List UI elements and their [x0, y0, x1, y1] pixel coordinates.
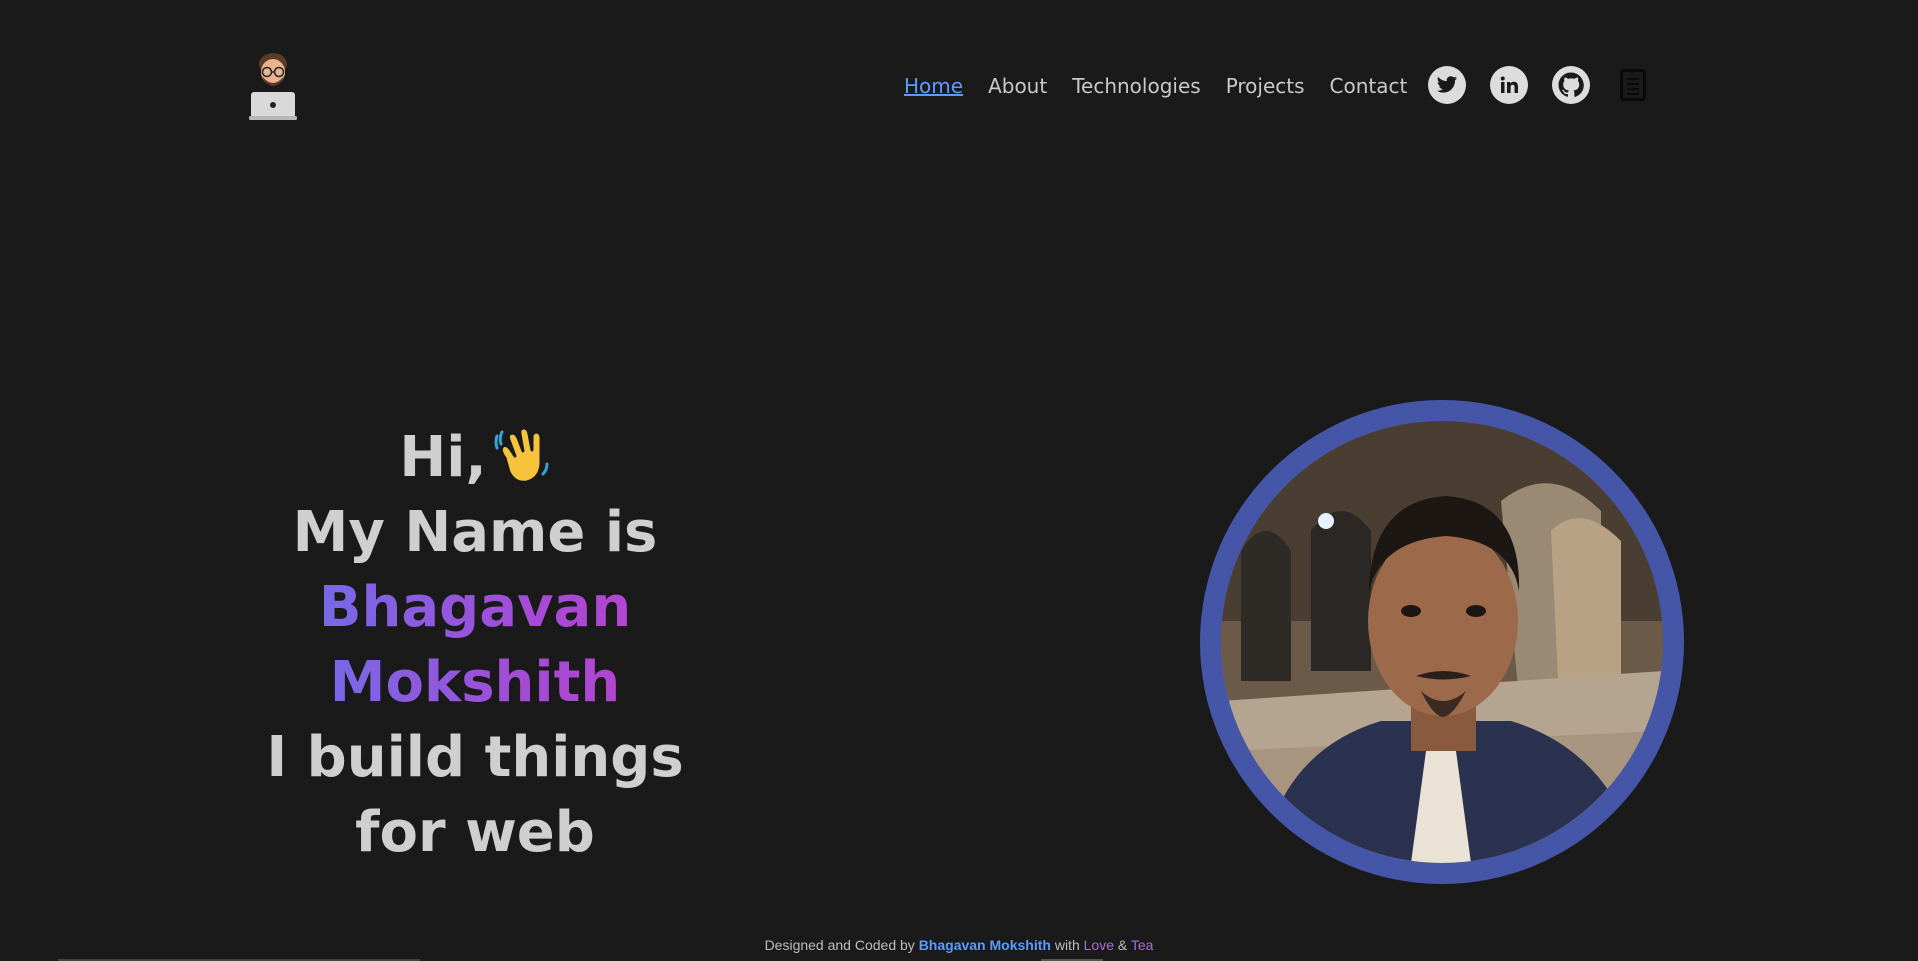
waving-hand-icon [494, 426, 549, 484]
main-nav: Home About Technologies Projects Contact [904, 72, 1407, 100]
hero-first-name: Bhagavan [200, 570, 750, 645]
nav-projects[interactable]: Projects [1226, 72, 1305, 100]
resume-icon[interactable] [1620, 69, 1646, 101]
profile-photo [1221, 421, 1663, 863]
footer-author[interactable]: Bhagavan Mokshith [919, 937, 1051, 953]
memoji-logo[interactable] [245, 50, 301, 122]
hero-last-name: Mokshith [200, 645, 750, 720]
nav-home[interactable]: Home [904, 72, 963, 100]
hero-tagline-2: for web [355, 800, 595, 865]
nav-technologies[interactable]: Technologies [1072, 72, 1200, 100]
twitter-icon[interactable] [1428, 66, 1466, 104]
footer-love: Love [1083, 937, 1114, 953]
hero-greeting-line: Hi, [200, 420, 750, 495]
hero-name-intro: My Name is [292, 500, 658, 565]
hero-tagline-1: I build things [266, 725, 684, 790]
footer-amp: & [1117, 937, 1128, 953]
nav-contact[interactable]: Contact [1330, 72, 1408, 100]
footer-with: with [1054, 937, 1080, 953]
linkedin-icon[interactable] [1490, 66, 1528, 104]
github-icon[interactable] [1552, 66, 1590, 104]
page: Home About Technologies Projects Contact [0, 0, 1918, 961]
footer-tea: Tea [1130, 937, 1154, 953]
hero-heading: Hi, My Name is Bhagavan Mokshith I build… [200, 420, 750, 870]
profile-picture-ring [1200, 400, 1684, 884]
social-links [1428, 66, 1646, 104]
hero-greeting: Hi, [399, 425, 487, 490]
footer-prefix: Designed and Coded by [764, 937, 915, 953]
nav-about[interactable]: About [988, 72, 1047, 100]
footer-credit: Designed and Coded by Bhagavan Mokshith … [0, 937, 1918, 953]
